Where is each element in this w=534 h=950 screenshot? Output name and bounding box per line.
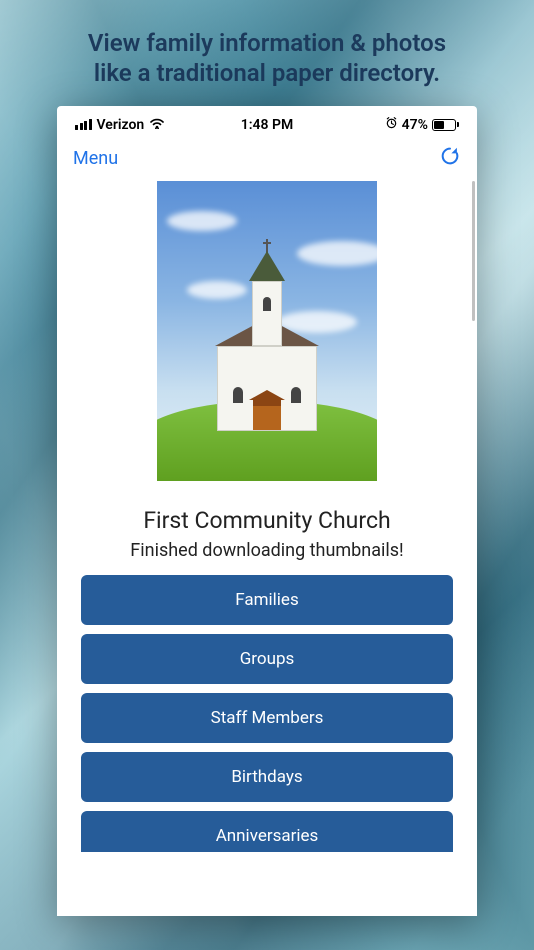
staff-members-button[interactable]: Staff Members	[81, 693, 453, 743]
page-title: First Community Church	[57, 507, 477, 534]
scrollbar[interactable]	[472, 181, 475, 321]
refresh-button[interactable]	[439, 145, 461, 171]
content-area: First Community Church Finished download…	[57, 181, 477, 852]
families-button[interactable]: Families	[81, 575, 453, 625]
birthdays-button[interactable]: Birthdays	[81, 752, 453, 802]
wifi-icon	[149, 117, 165, 133]
refresh-icon	[439, 145, 461, 171]
church-image	[157, 181, 377, 481]
status-left: Verizon	[75, 117, 165, 133]
carrier-label: Verizon	[97, 117, 145, 133]
promo-headline: View family information & photos like a …	[0, 0, 534, 106]
signal-icon	[75, 119, 92, 130]
anniversaries-button[interactable]: Anniversaries	[81, 811, 453, 852]
groups-button[interactable]: Groups	[81, 634, 453, 684]
alarm-icon	[385, 116, 398, 133]
battery-icon	[432, 119, 459, 131]
status-right: 47%	[385, 116, 459, 133]
nav-bar: Menu	[57, 137, 477, 181]
battery-percent: 47%	[402, 117, 428, 133]
promo-line-2: like a traditional paper directory.	[94, 59, 440, 87]
nav-button-list: Families Groups Staff Members Birthdays …	[57, 561, 477, 852]
status-time: 1:48 PM	[241, 117, 294, 133]
status-bar: Verizon 1:48 PM 47%	[57, 106, 477, 137]
promo-line-1: View family information & photos	[88, 29, 446, 57]
status-message: Finished downloading thumbnails!	[57, 540, 477, 561]
phone-frame: Verizon 1:48 PM 47% Menu	[57, 106, 477, 916]
menu-button[interactable]: Menu	[73, 148, 118, 169]
